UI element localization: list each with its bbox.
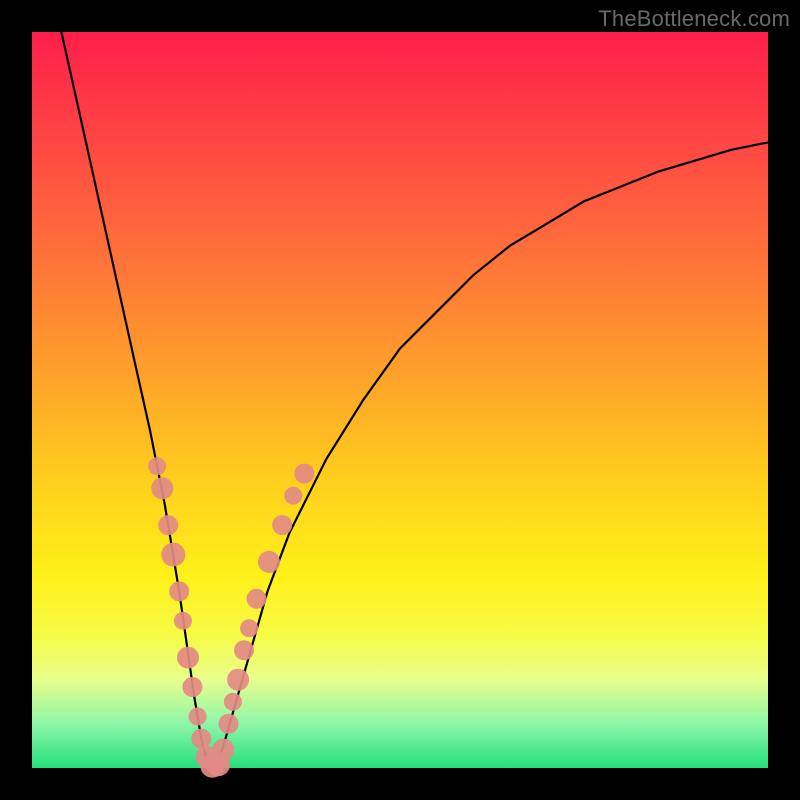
data-point xyxy=(247,589,267,609)
chart-svg xyxy=(32,32,768,768)
bottleneck-curve-path xyxy=(61,32,768,768)
data-points-group xyxy=(148,457,314,778)
chart-frame: TheBottleneck.com xyxy=(0,0,800,800)
data-point xyxy=(284,487,302,505)
data-point xyxy=(182,677,202,697)
data-point xyxy=(158,515,178,535)
plot-area xyxy=(32,32,768,768)
data-point xyxy=(151,477,173,499)
data-point xyxy=(272,515,292,535)
data-point xyxy=(169,581,189,601)
data-point xyxy=(258,551,280,573)
data-point xyxy=(219,714,239,734)
watermark-text: TheBottleneck.com xyxy=(598,6,790,32)
data-point xyxy=(240,619,258,637)
data-point xyxy=(234,640,254,660)
data-point xyxy=(294,464,314,484)
data-point xyxy=(177,647,199,669)
data-point xyxy=(224,693,242,711)
data-point xyxy=(161,543,185,567)
data-point xyxy=(227,669,249,691)
data-point xyxy=(189,708,207,726)
data-point xyxy=(174,612,192,630)
data-point xyxy=(191,729,211,749)
data-point xyxy=(148,457,166,475)
data-point xyxy=(212,739,234,761)
